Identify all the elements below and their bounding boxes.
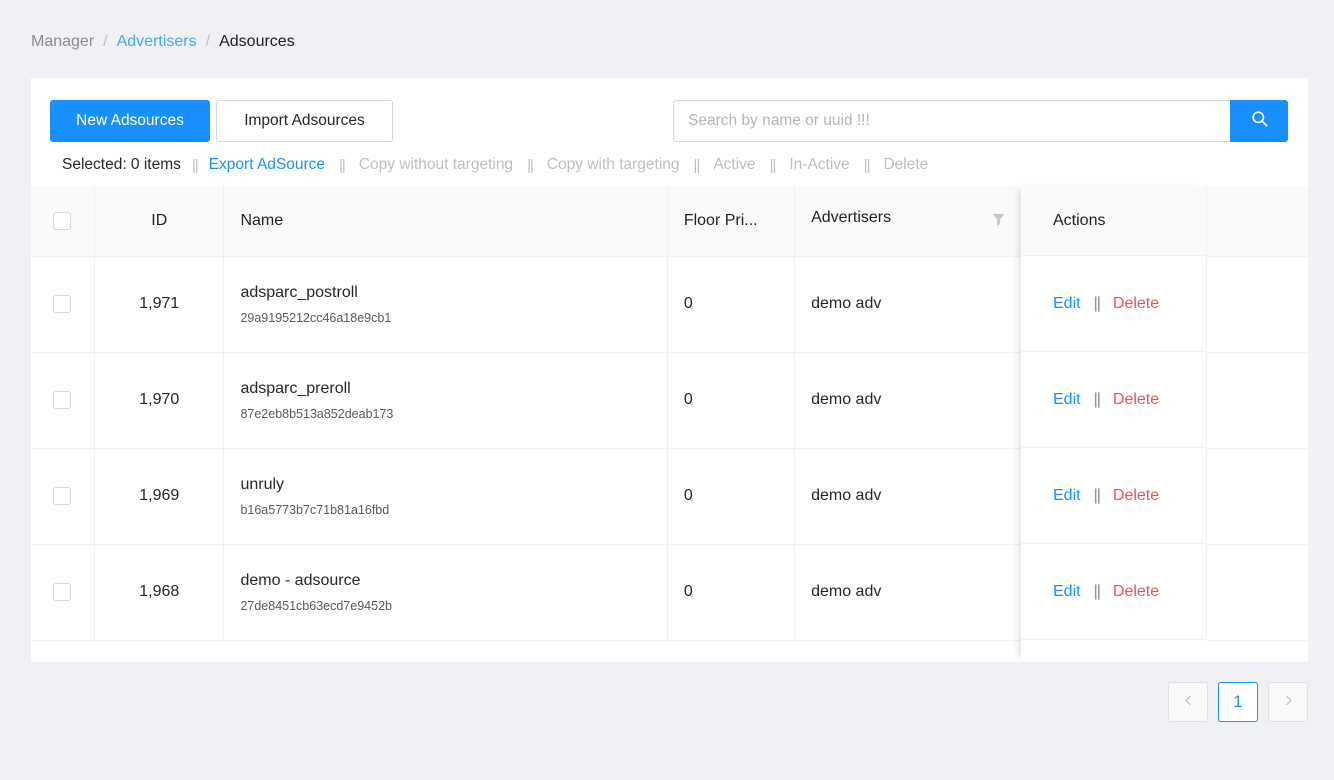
edit-link[interactable]: Edit <box>1053 583 1081 601</box>
selected-count-label: Selected: 0 items <box>62 156 181 173</box>
filter-icon[interactable] <box>991 212 1006 232</box>
breadcrumb-separator: / <box>205 33 211 50</box>
column-header-actions[interactable]: Actions <box>1021 186 1207 256</box>
cell-advertiser: demo adv <box>794 448 1023 545</box>
breadcrumb-item-advertisers[interactable]: Advertisers <box>117 33 197 51</box>
adsource-uuid: 87e2eb8b513a852deab173 <box>240 407 394 422</box>
copy-without-targeting-button[interactable]: Copy without targeting <box>359 156 513 174</box>
select-all-checkbox[interactable] <box>53 211 71 230</box>
cell-name: adsparc_preroll 87e2eb8b513a852deab173 <box>223 352 668 449</box>
cell-advertiser: demo adv <box>794 544 1023 641</box>
action-separator: || <box>863 156 871 174</box>
adsource-name: adsparc_preroll <box>240 379 351 397</box>
cell-floor-price: 0 <box>667 256 796 353</box>
row-checkbox[interactable] <box>53 583 71 601</box>
new-adsources-button[interactable]: New Adsources <box>50 100 210 142</box>
breadcrumb-item-adsources: Adsources <box>219 33 295 50</box>
column-header-floor-price[interactable]: Floor Pri... <box>667 186 796 257</box>
search-group <box>673 100 1288 142</box>
export-adsource-button[interactable]: Export AdSource <box>209 156 325 174</box>
adsource-name: unruly <box>240 475 285 493</box>
cell-name: unruly b16a5773b7c71b81a16fbd <box>223 448 668 545</box>
action-separator: || <box>527 156 534 174</box>
action-separator: || <box>339 156 346 174</box>
actions-cell: Edit || Delete <box>1021 256 1207 352</box>
action-separator: || <box>769 156 777 174</box>
adsource-uuid: 27de8451cb63ecd7e9452b <box>240 599 392 614</box>
cell-advertiser: demo adv <box>794 352 1023 449</box>
deactivate-button[interactable]: In-Active <box>789 156 849 174</box>
pagination-page-1[interactable]: 1 <box>1218 682 1258 722</box>
actions-cell: Edit || Delete <box>1021 544 1207 640</box>
column-header-select-all <box>31 186 96 257</box>
actions-cell: Edit || Delete <box>1021 352 1207 448</box>
row-select-cell <box>31 544 96 641</box>
bulk-delete-button[interactable]: Delete <box>883 156 928 174</box>
adsource-name: adsparc_postroll <box>240 283 358 301</box>
copy-with-targeting-button[interactable]: Copy with targeting <box>547 156 680 174</box>
cell-id: 1,969 <box>94 448 225 545</box>
column-header-name[interactable]: Name <box>223 186 668 257</box>
edit-link[interactable]: Edit <box>1053 391 1081 409</box>
cell-id: 1,971 <box>94 256 225 353</box>
cell-advertiser: demo adv <box>794 256 1023 353</box>
action-separator: || <box>693 156 701 174</box>
adsource-uuid: 29a9195212cc46a18e9cb1 <box>240 311 392 326</box>
row-select-cell <box>31 256 96 353</box>
edit-link[interactable]: Edit <box>1053 295 1081 313</box>
activate-button[interactable]: Active <box>713 156 755 174</box>
delete-link[interactable]: Delete <box>1113 583 1159 601</box>
cell-name: demo - adsource 27de8451cb63ecd7e9452b <box>223 544 668 641</box>
adsources-card: New Adsources Import Adsources Selected:… <box>31 78 1308 662</box>
action-separator: || <box>191 156 199 174</box>
search-input[interactable] <box>673 100 1230 142</box>
column-header-advertisers[interactable]: Advertisers <box>794 186 1023 257</box>
search-button[interactable] <box>1230 100 1288 142</box>
row-select-cell <box>31 352 96 449</box>
breadcrumb: Manager / Advertisers / Adsources <box>31 33 295 51</box>
cell-id: 1,970 <box>94 352 225 449</box>
row-checkbox[interactable] <box>53 487 71 505</box>
adsource-uuid: b16a5773b7c71b81a16fbd <box>240 503 390 518</box>
column-header-advertisers-label: Advertisers <box>811 209 892 227</box>
pagination: 1 <box>1168 682 1308 722</box>
import-adsources-button[interactable]: Import Adsources <box>216 100 393 142</box>
adsource-name: demo - adsource <box>240 571 361 589</box>
breadcrumb-separator: / <box>103 33 108 50</box>
adsources-table-container: ID Name Floor Pri... Advertisers T Owner <box>31 186 1308 662</box>
action-separator: || <box>1093 294 1101 312</box>
actions-sticky-column: Actions Edit || Delete Edit || Delete Ed… <box>1021 186 1207 662</box>
row-checkbox[interactable] <box>53 295 71 313</box>
cell-name: adsparc_postroll 29a9195212cc46a18e9cb1 <box>223 256 668 353</box>
cell-floor-price: 0 <box>667 448 796 545</box>
actions-cell: Edit || Delete <box>1021 448 1207 544</box>
edit-link[interactable]: Edit <box>1053 487 1081 505</box>
delete-link[interactable]: Delete <box>1113 391 1159 409</box>
cell-id: 1,968 <box>94 544 225 641</box>
bulk-action-bar: Selected: 0 items || Export AdSource || … <box>31 144 1308 186</box>
toolbar: New Adsources Import Adsources <box>31 78 1308 144</box>
chevron-right-icon <box>1282 692 1295 712</box>
column-header-id[interactable]: ID <box>94 186 225 257</box>
pagination-next-button[interactable] <box>1268 682 1308 722</box>
row-select-cell <box>31 448 96 545</box>
action-separator: || <box>1093 486 1101 504</box>
breadcrumb-item-manager[interactable]: Manager <box>31 33 94 51</box>
cell-floor-price: 0 <box>667 544 796 641</box>
cell-floor-price: 0 <box>667 352 796 449</box>
row-checkbox[interactable] <box>53 391 71 409</box>
delete-link[interactable]: Delete <box>1113 295 1159 313</box>
action-separator: || <box>1093 390 1101 408</box>
chevron-left-icon <box>1182 692 1195 712</box>
delete-link[interactable]: Delete <box>1113 487 1159 505</box>
action-separator: || <box>1093 582 1101 600</box>
search-icon <box>1250 109 1269 133</box>
pagination-prev-button[interactable] <box>1168 682 1208 722</box>
